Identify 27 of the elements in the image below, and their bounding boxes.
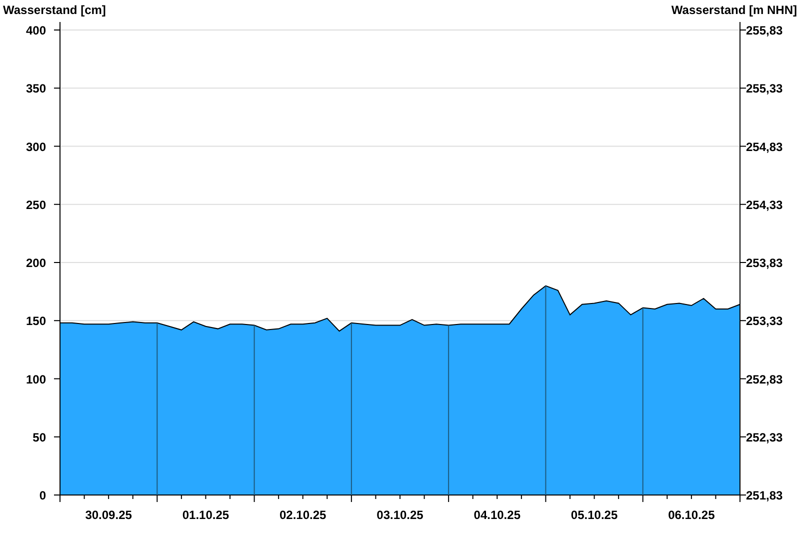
y-tick-label: 250 [26, 198, 46, 212]
y-tick-label: 255,33 [746, 82, 783, 96]
y-tick-label: 400 [26, 24, 46, 38]
y-tick-label: 0 [39, 488, 46, 502]
y-tick-label: 255,83 [746, 24, 783, 38]
x-tick-label: 04.10.25 [474, 508, 520, 522]
y-tick-label: 200 [26, 256, 46, 270]
x-tick-label: 06.10.25 [668, 508, 715, 522]
y-tick-label: 252,33 [746, 430, 783, 444]
y-tick-label: 300 [26, 140, 46, 154]
y-tick-label: 254,83 [746, 140, 783, 154]
left-axis-title: Wasserstand [cm] [3, 3, 106, 17]
x-tick-label: 01.10.25 [182, 508, 230, 522]
x-tick-label: 03.10.25 [376, 508, 424, 522]
y-tick-label: 254,33 [746, 198, 783, 212]
y-tick-label: 50 [32, 430, 46, 444]
x-tick-label: 30.09.25 [85, 508, 132, 522]
y-tick-label: 253,33 [746, 314, 783, 328]
x-tick-label: 05.10.25 [570, 508, 618, 522]
y-tick-label: 252,83 [746, 372, 783, 386]
y-tick-label: 251,83 [746, 488, 783, 502]
right-axis-title: Wasserstand [m NHN] [671, 3, 797, 17]
y-tick-label: 150 [26, 314, 46, 328]
x-tick-label: 02.10.25 [280, 508, 326, 522]
y-tick-label: 100 [26, 372, 46, 386]
y-tick-label: 350 [26, 82, 46, 96]
y-tick-label: 253,83 [746, 256, 783, 270]
